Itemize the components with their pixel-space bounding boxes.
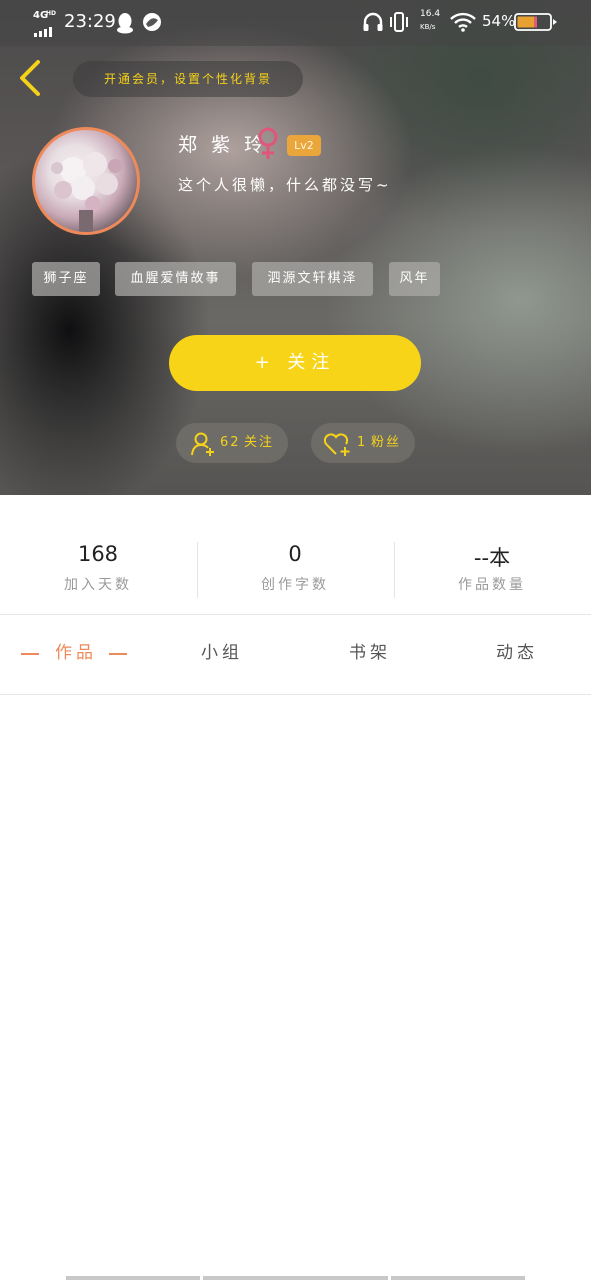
gesture-bar-segment[interactable] — [66, 1276, 200, 1280]
wifi-icon — [450, 12, 476, 36]
follow-button[interactable]: + 关注 — [169, 335, 421, 391]
level-badge: Lv2 — [287, 135, 321, 156]
vibrate-icon — [388, 11, 410, 37]
username: 郑 紫 玲 — [178, 134, 268, 156]
tab-works[interactable]: 作品 — [46, 640, 106, 666]
profile-tag: 狮子座 — [32, 262, 100, 296]
browser-icon — [142, 12, 162, 36]
word-count-value: 0 — [288, 542, 302, 566]
join-days-label: 加入天数 — [64, 577, 132, 593]
vip-background-button[interactable]: 开通会员，设置个性化背景 — [73, 61, 303, 97]
clock: 23:29 — [64, 11, 116, 32]
works-count-label: 作品数量 — [458, 577, 526, 593]
battery-percent: 54% — [482, 12, 516, 30]
divider — [0, 614, 591, 615]
network-speed-value: 16.4 — [420, 9, 441, 19]
tab-activity[interactable]: 动态 — [487, 640, 547, 666]
fans-label: 粉丝 — [371, 435, 402, 450]
following-count: 62 — [220, 435, 241, 450]
join-days-value: 168 — [77, 542, 119, 566]
active-tab-indicator — [21, 653, 39, 655]
works-count-value: --本 — [473, 546, 511, 570]
status-bar: 4G HD 23:29 16.4 KB/s 54% — [0, 0, 591, 46]
back-button[interactable] — [14, 58, 50, 98]
tab-bookshelf[interactable]: 书架 — [340, 640, 400, 666]
heart-add-icon — [323, 433, 350, 456]
battery-icon — [514, 13, 558, 35]
gesture-bar-segment[interactable] — [391, 1276, 525, 1280]
flower-bouquet-icon — [51, 152, 122, 232]
gesture-bar-segment[interactable] — [203, 1276, 388, 1280]
network-hd: HD — [46, 10, 57, 17]
fans-count-button[interactable]: 1 粉丝 — [311, 423, 415, 463]
chevron-left-icon — [20, 60, 40, 96]
following-count-button[interactable]: 62 关注 — [176, 423, 288, 463]
person-add-icon — [191, 432, 214, 456]
bio-text: 这个人很懒，什么都没写~ — [178, 176, 392, 194]
profile-tag: 血腥爱情故事 — [115, 262, 236, 296]
word-count-label: 创作字数 — [261, 577, 329, 593]
tab-groups[interactable]: 小组 — [192, 640, 252, 666]
avatar[interactable] — [32, 127, 140, 235]
signal-icon — [34, 22, 58, 41]
profile-tag: 风年 — [389, 262, 440, 296]
headphones-icon — [362, 12, 384, 36]
active-tab-indicator — [109, 653, 127, 655]
profile-tag: 泗源文轩棋泽 — [252, 262, 373, 296]
network-speed-unit: KB/s — [420, 23, 436, 31]
works-list — [0, 695, 591, 1270]
qq-icon — [116, 12, 134, 38]
following-label: 关注 — [244, 435, 275, 450]
fans-count: 1 — [357, 435, 368, 450]
female-symbol-icon — [256, 126, 280, 160]
profile-header-background: 4G HD 23:29 16.4 KB/s 54% 开通会员，设置个性化背景 郑… — [0, 0, 591, 495]
